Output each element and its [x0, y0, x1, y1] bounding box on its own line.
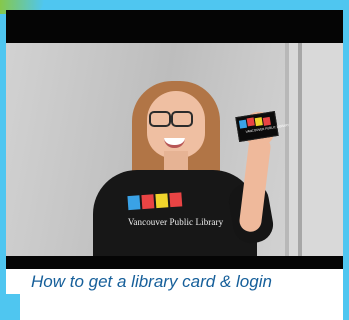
- lower-content-area: [20, 294, 343, 320]
- shirt-text: Vancouver Public Library: [127, 217, 224, 227]
- video-top-bar: [6, 10, 343, 43]
- video-caption[interactable]: How to get a library card & login: [31, 272, 272, 292]
- door-edge: [298, 43, 302, 256]
- door: [285, 43, 343, 256]
- glasses-bridge: [169, 116, 173, 118]
- glasses-left-lens: [149, 111, 171, 127]
- glasses-right-lens: [171, 111, 193, 127]
- video-frame[interactable]: VANCOUVER PUBLIC LIBRARY Vancouver Publi…: [6, 43, 343, 256]
- video-bottom-bar: [6, 256, 343, 269]
